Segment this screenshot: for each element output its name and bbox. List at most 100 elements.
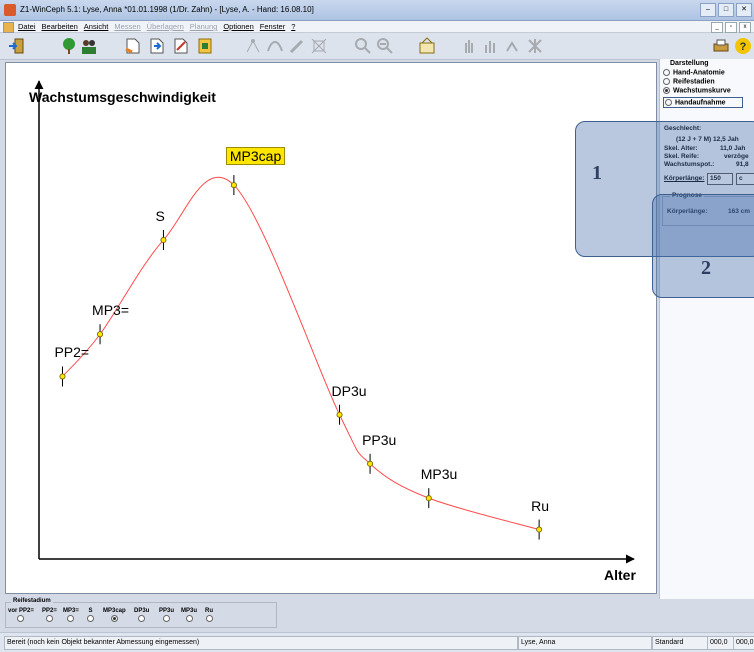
stage-radio-button-mp3[interactable] (67, 615, 75, 622)
stage-radio-label-mp3: MP3= (63, 608, 79, 614)
crop-tool-icon[interactable] (310, 37, 328, 55)
point-mp3[interactable] (97, 331, 104, 338)
menu-list: Datei Bearbeiten Ansicht Messen Überlage… (18, 22, 295, 31)
point-label-pp3u: PP3u (362, 431, 397, 448)
stage-radio-ru[interactable]: Ru (205, 608, 213, 624)
hand-tool-2-icon[interactable] (482, 37, 500, 55)
chart-title: Wachstumsgeschwindigkeit (29, 89, 216, 105)
exit-door-icon[interactable] (8, 37, 26, 55)
stage-radio-button-ru[interactable] (205, 615, 213, 622)
stage-radio-label-vor-pp2: vor PP2= (8, 608, 34, 614)
stage-radio-label-dp3u: DP3u (134, 608, 150, 614)
menu-messen[interactable]: Messen (114, 22, 140, 31)
menu-fenster[interactable]: Fenster (260, 22, 285, 31)
stage-radio-dp3u[interactable]: DP3u (134, 608, 149, 624)
point-label-mp3cap: MP3cap (225, 147, 286, 166)
darstellung-group-title: Darstellung (670, 60, 709, 67)
menu-optionen[interactable]: Optionen (223, 22, 253, 31)
point-label-s: S (155, 208, 165, 225)
status-bar: Bereit (noch kein Objekt bekannter Abmes… (0, 632, 754, 652)
radio-handaufnahme[interactable]: Handaufnahme (663, 97, 743, 109)
callout-number-1: 1 (592, 162, 602, 184)
stage-radio-button-pp2[interactable] (45, 615, 53, 622)
stage-radio-mp3u[interactable]: MP3u (181, 608, 197, 624)
point-ru[interactable] (536, 526, 543, 533)
stage-radio-label-mp3u: MP3u (181, 608, 198, 614)
stage-radio-button-dp3u[interactable] (138, 615, 146, 622)
radio-wachstumskurve[interactable]: Wachstumskurve (663, 87, 731, 94)
point-pp3u[interactable] (367, 460, 374, 467)
pen-tool-icon[interactable] (288, 37, 306, 55)
toolbar: ? (0, 33, 754, 60)
menu-datei[interactable]: Datei (18, 22, 36, 31)
reifestadium-group: Reifestadium vor PP2= PP2= MP3= S MP3cap DP3u… (5, 598, 295, 628)
growth-chart[interactable]: Wachstumsgeschwindigkeit Alter PP2= MP3= S… (5, 62, 657, 594)
point-label-mp3u: MP3u (420, 466, 458, 483)
zoom-out-icon[interactable] (376, 37, 394, 55)
archive-icon[interactable] (418, 37, 436, 55)
curve-tool-icon[interactable] (266, 37, 284, 55)
radio-reifestadien[interactable]: Reifestadien (663, 78, 715, 85)
stage-radio-s[interactable]: S (87, 608, 94, 624)
menu-bar: Datei Bearbeiten Ansicht Messen Überlage… (0, 21, 754, 33)
status-coord-y: 000,0 (733, 636, 754, 650)
radio-hand-anatomie-label: Hand-Anatomie (673, 69, 725, 77)
stage-radio-label-pp3u: PP3u (159, 608, 175, 614)
point-s[interactable] (160, 237, 167, 244)
stage-radio-button-vor-pp2[interactable] (17, 615, 25, 622)
svg-text:?: ? (740, 41, 747, 53)
status-message: Bereit (noch kein Objekt bekannter Abmes… (4, 636, 518, 650)
copy-document-icon[interactable] (148, 37, 166, 55)
hand-tool-4-icon[interactable] (526, 37, 544, 55)
doc-restore-button[interactable]: ▫ (725, 22, 737, 33)
menu-bearbeiten[interactable]: Bearbeiten (42, 22, 78, 31)
growth-chart-plot (34, 80, 635, 564)
stage-radio-label-s: S (88, 608, 93, 614)
point-mp3cap[interactable] (230, 182, 237, 189)
window-controls: – □ ✕ (700, 3, 752, 17)
measure-points-icon[interactable] (244, 37, 262, 55)
document-icon[interactable] (3, 22, 14, 33)
tree-icon[interactable] (60, 37, 78, 55)
stage-radio-label-ru: Ru (205, 608, 213, 614)
reifestadium-title: Reifestadium (11, 598, 53, 604)
radio-hand-anatomie[interactable]: Hand-Anatomie (663, 69, 725, 76)
window-title: Z1-WinCeph 5.1: Lyse, Anna *01.01.1998 (… (20, 5, 314, 14)
new-document-icon[interactable] (124, 37, 142, 55)
stage-radio-button-mp3u[interactable] (185, 615, 193, 622)
stage-radio-pp3u[interactable]: PP3u (159, 608, 174, 624)
doc-close-button[interactable]: x (739, 22, 751, 33)
menu-ansicht[interactable]: Ansicht (84, 22, 109, 31)
app-icon (4, 4, 16, 16)
title-bar: Z1-WinCeph 5.1: Lyse, Anna *01.01.1998 (… (0, 0, 754, 21)
maximize-button[interactable]: □ (718, 3, 734, 17)
callout-number-2: 2 (701, 257, 711, 279)
point-mp3u[interactable] (425, 495, 432, 502)
minimize-button[interactable]: – (700, 3, 716, 17)
stage-radio-pp2[interactable]: PP2= (42, 608, 57, 624)
point-dp3u[interactable] (336, 411, 343, 418)
stage-radio-mp3cap[interactable]: MP3cap (103, 608, 126, 624)
hand-tool-3-icon[interactable] (504, 37, 522, 55)
menu-ueberlagern[interactable]: Überlagern (147, 22, 184, 31)
point-pp2[interactable] (59, 373, 66, 380)
menu-planung[interactable]: Planung (190, 22, 218, 31)
zoom-in-icon[interactable] (354, 37, 372, 55)
patients-icon[interactable] (80, 37, 98, 55)
stage-radio-vor-pp2[interactable]: vor PP2= (8, 608, 34, 624)
stage-radio-button-s[interactable] (87, 615, 94, 622)
print-icon[interactable] (712, 37, 730, 55)
menu-help[interactable]: ? (291, 22, 295, 31)
stage-radio-button-mp3cap[interactable] (110, 615, 118, 622)
document-list-icon[interactable] (196, 37, 214, 55)
stage-radio-button-pp3u[interactable] (163, 615, 170, 622)
edit-document-icon[interactable] (172, 37, 190, 55)
status-patient: Lyse, Anna (518, 636, 652, 650)
stage-radio-mp3[interactable]: MP3= (63, 608, 79, 624)
help-icon[interactable]: ? (734, 37, 752, 55)
hand-tool-1-icon[interactable] (460, 37, 478, 55)
point-label-mp3: MP3= (92, 302, 130, 319)
doc-minimize-button[interactable]: _ (711, 22, 723, 33)
status-mode: Standard (652, 636, 708, 650)
close-button[interactable]: ✕ (736, 3, 752, 17)
